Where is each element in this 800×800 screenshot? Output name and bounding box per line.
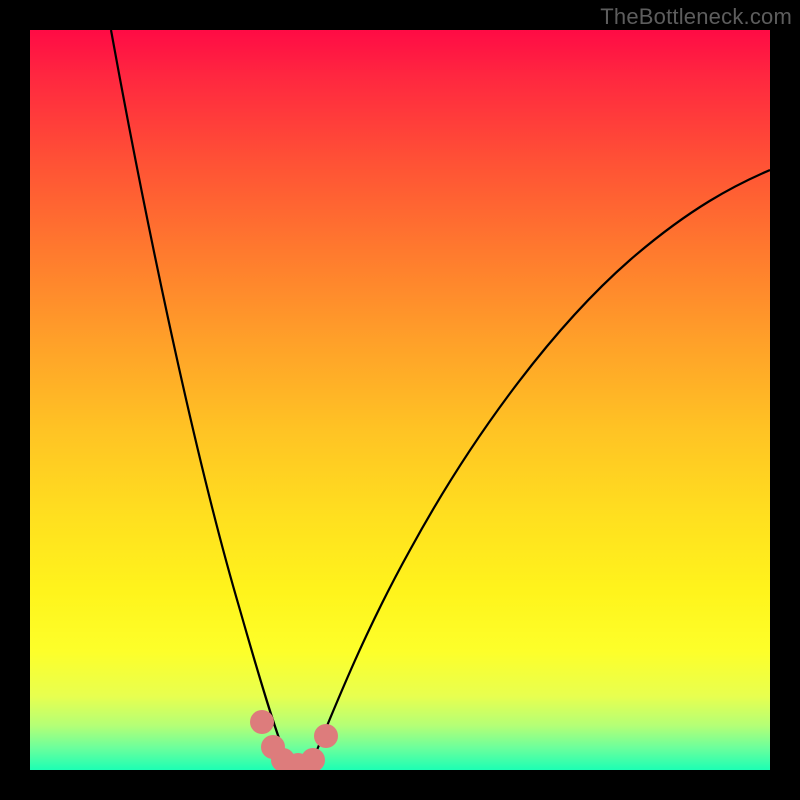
attribution-watermark: TheBottleneck.com <box>600 4 792 30</box>
marker-dot <box>314 724 338 748</box>
bottleneck-curve <box>30 30 770 770</box>
curve-left-branch <box>111 30 286 757</box>
marker-dot <box>250 710 274 734</box>
plot-area <box>30 30 770 770</box>
valley-markers <box>250 710 338 770</box>
curve-right-branch <box>314 170 770 757</box>
marker-dot <box>301 748 325 770</box>
